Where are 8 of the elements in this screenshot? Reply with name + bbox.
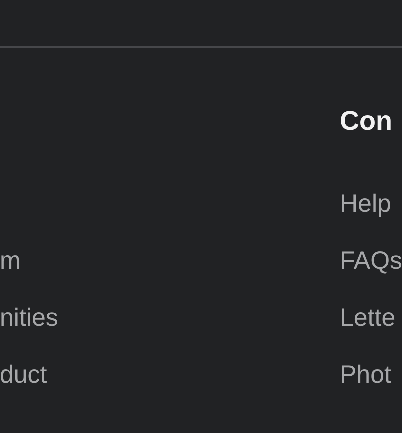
footer-link[interactable]: Help [340, 188, 392, 220]
footer-link[interactable]: Phot [340, 359, 392, 391]
footer-link[interactable]: FAQs [340, 245, 402, 277]
footer-link[interactable]: nities [0, 302, 58, 334]
footer-link[interactable]: Lette [340, 302, 396, 334]
footer-link[interactable]: duct [0, 359, 48, 391]
column-heading: Con [340, 105, 392, 138]
footer-link[interactable]: m [0, 245, 21, 277]
